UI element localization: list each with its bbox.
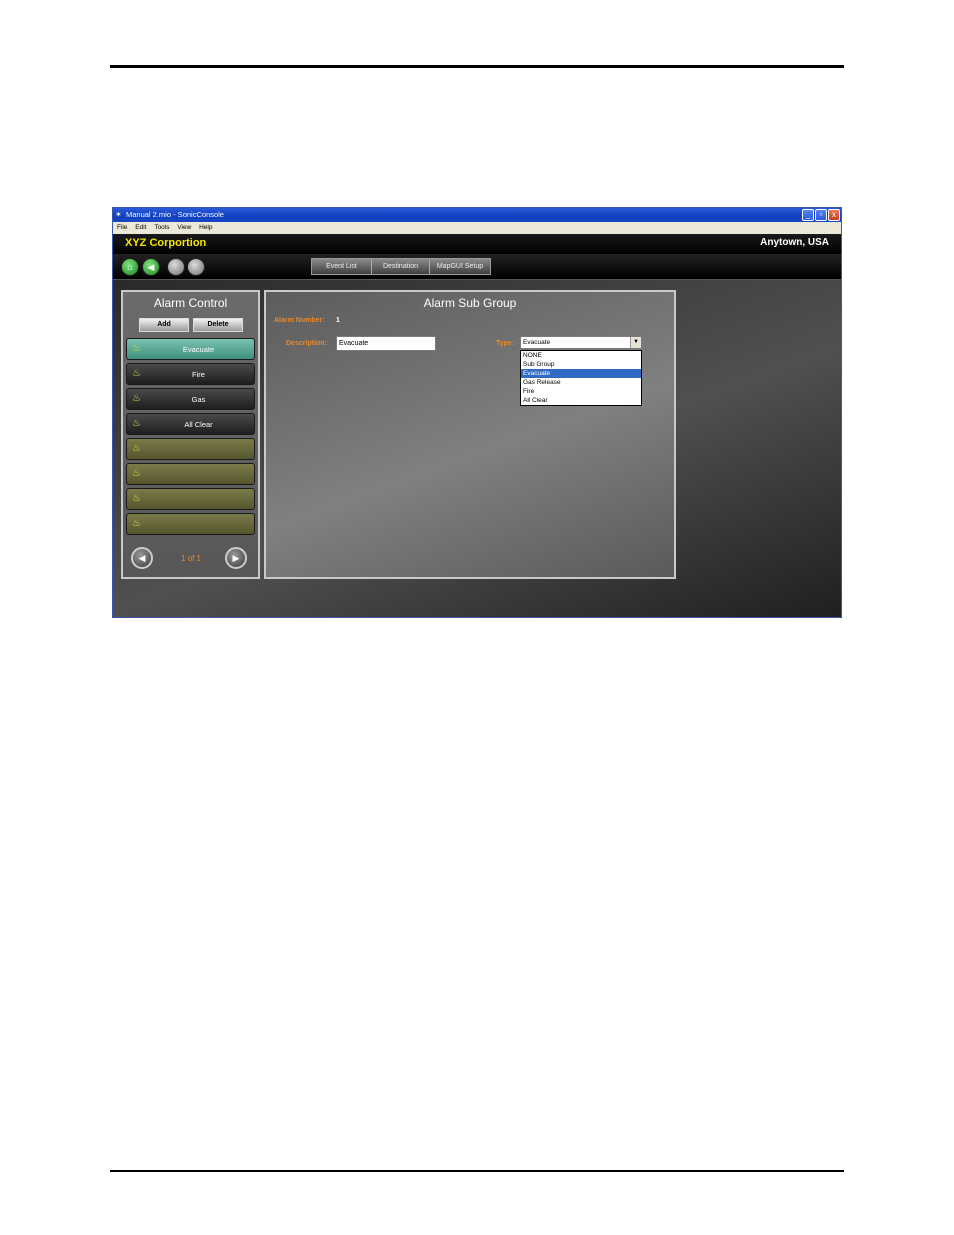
- alarm-item-label: Evacuate: [182, 345, 215, 354]
- menu-view[interactable]: View: [177, 224, 191, 231]
- alarm-item-gas[interactable]: ♨ Gas: [126, 388, 255, 410]
- alarm-number-label: Alarm Number:: [274, 317, 325, 324]
- alarm-item-empty[interactable]: ♨: [126, 463, 255, 485]
- siren-icon: ♨: [132, 418, 141, 429]
- type-option-all-clear[interactable]: All Clear: [521, 396, 641, 405]
- previous-page-button[interactable]: ◀: [131, 547, 153, 569]
- minimize-button[interactable]: _: [802, 209, 814, 221]
- type-selected-value: Evacuate: [523, 339, 551, 346]
- type-option-fire[interactable]: Fire: [521, 387, 641, 396]
- app-icon: ✶: [115, 210, 122, 219]
- menu-bar: File Edit Tools View Help: [113, 222, 841, 234]
- tab-event-list[interactable]: Event List: [312, 259, 372, 274]
- alarm-control-title: Alarm Control: [153, 296, 228, 310]
- gray-button-1[interactable]: [167, 258, 185, 276]
- siren-icon: ♨: [132, 493, 141, 504]
- app-header: XYZ Corportion Anytown, USA: [113, 234, 841, 254]
- chevron-down-icon[interactable]: ▼: [630, 337, 641, 348]
- alarm-item-empty[interactable]: ♨: [126, 488, 255, 510]
- toolbar: ⌂ ◀ Event List Destination MapGUI Setup: [113, 254, 841, 280]
- back-arrow-icon[interactable]: ◀: [142, 258, 160, 276]
- alarm-item-label: Gas: [191, 395, 206, 404]
- alarm-item-label: All Clear: [184, 420, 213, 429]
- window-title: Manual 2.mio - SonicConsole: [126, 210, 224, 219]
- delete-button[interactable]: Delete: [193, 318, 243, 332]
- next-page-button[interactable]: ▶: [225, 547, 247, 569]
- add-button[interactable]: Add: [139, 318, 189, 332]
- menu-file[interactable]: File: [117, 224, 127, 231]
- description-field[interactable]: [336, 336, 436, 351]
- alarm-control-panel: Alarm Control Add Delete ♨ Evacuate ♨ Fi…: [121, 290, 260, 579]
- menu-edit[interactable]: Edit: [135, 224, 146, 231]
- tab-mapgui-setup[interactable]: MapGUI Setup: [430, 259, 490, 274]
- maximize-button[interactable]: ▫: [815, 209, 827, 221]
- alarm-item-all-clear[interactable]: ♨ All Clear: [126, 413, 255, 435]
- alarm-item-empty[interactable]: ♨: [126, 438, 255, 460]
- home-icon[interactable]: ⌂: [121, 258, 139, 276]
- alarm-item-label: Fire: [192, 370, 205, 379]
- siren-icon: ♨: [132, 343, 141, 354]
- location-label: Anytown, USA: [760, 237, 829, 248]
- page-top-rule: [110, 65, 844, 68]
- type-select[interactable]: Evacuate ▼: [520, 336, 642, 349]
- type-label: Type:: [496, 340, 515, 347]
- type-option-gas-release[interactable]: Gas Release: [521, 378, 641, 387]
- description-label: Description:: [286, 340, 327, 347]
- type-option-none[interactable]: NONE: [521, 351, 641, 360]
- type-dropdown-list: NONE Sub Group Evacuate Gas Release Fire…: [520, 350, 642, 406]
- nav-tabs: Event List Destination MapGUI Setup: [311, 258, 491, 275]
- menu-help[interactable]: Help: [199, 224, 212, 231]
- siren-icon: ♨: [132, 368, 141, 379]
- close-button[interactable]: x: [828, 209, 840, 221]
- alarm-sub-group-title: Alarm Sub Group: [423, 296, 517, 310]
- siren-icon: ♨: [132, 443, 141, 454]
- siren-icon: ♨: [132, 518, 141, 529]
- workspace: Alarm Control Add Delete ♨ Evacuate ♨ Fi…: [113, 280, 841, 617]
- tab-destination[interactable]: Destination: [372, 259, 430, 274]
- siren-icon: ♨: [132, 468, 141, 479]
- page-indicator: 1 of 1: [180, 554, 201, 563]
- company-name: XYZ Corportion: [125, 237, 207, 249]
- menu-tools[interactable]: Tools: [154, 224, 169, 231]
- title-bar[interactable]: ✶ Manual 2.mio - SonicConsole _ ▫ x: [113, 208, 841, 222]
- siren-icon: ♨: [132, 393, 141, 404]
- alarm-sub-group-panel: Alarm Sub Group Alarm Number: 1 Descript…: [264, 290, 676, 579]
- alarm-item-evacuate[interactable]: ♨ Evacuate: [126, 338, 255, 360]
- alarm-number-value: 1: [336, 317, 340, 324]
- page-bottom-rule: [110, 1170, 844, 1172]
- app-window: ✶ Manual 2.mio - SonicConsole _ ▫ x File…: [112, 207, 842, 618]
- alarm-item-empty[interactable]: ♨: [126, 513, 255, 535]
- gray-button-2[interactable]: [187, 258, 205, 276]
- type-option-sub-group[interactable]: Sub Group: [521, 360, 641, 369]
- type-option-evacuate[interactable]: Evacuate: [521, 369, 641, 378]
- alarm-item-fire[interactable]: ♨ Fire: [126, 363, 255, 385]
